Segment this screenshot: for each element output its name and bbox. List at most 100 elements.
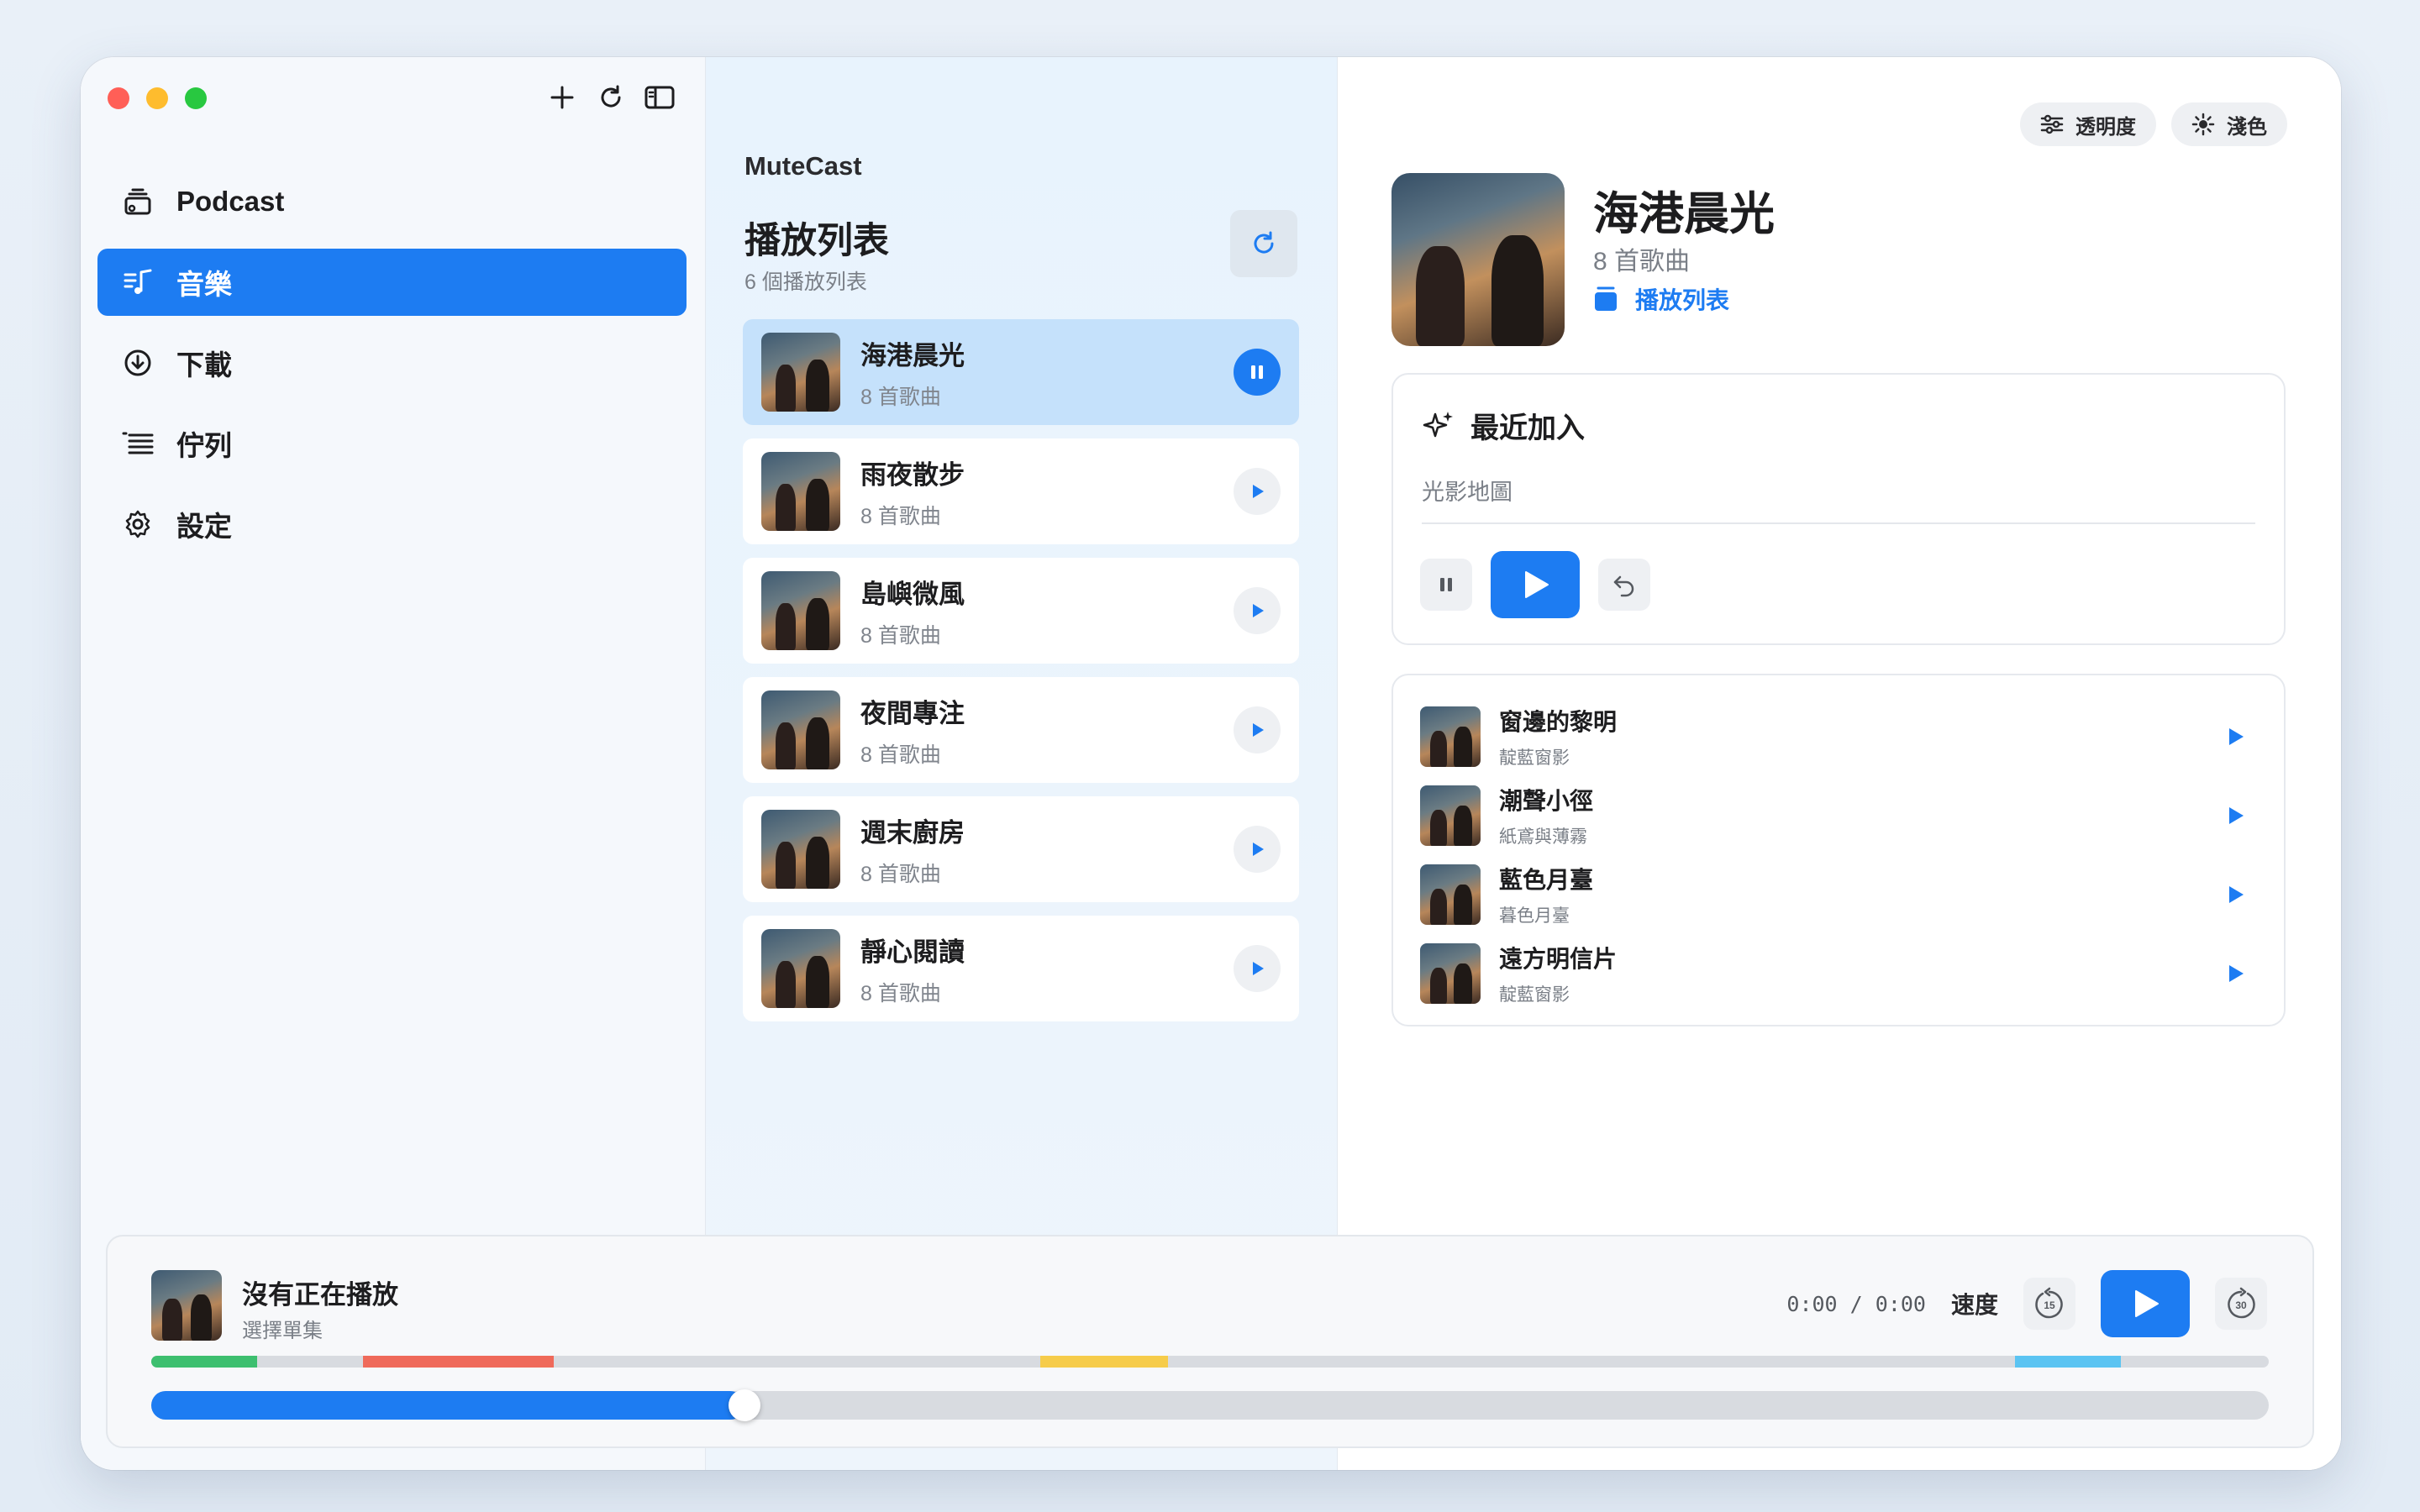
- speed-button[interactable]: 速度: [1951, 1287, 1998, 1320]
- track-artwork: [1420, 785, 1481, 846]
- music-list-icon: [121, 265, 155, 299]
- sidebar-item-music[interactable]: 音樂: [97, 249, 687, 316]
- opacity-button[interactable]: 透明度: [2020, 102, 2156, 146]
- sliders-icon: [2040, 114, 2064, 134]
- add-button[interactable]: [547, 81, 577, 114]
- track-name: 藍色月臺: [1499, 867, 1594, 893]
- track-name: 潮聲小徑: [1499, 788, 1594, 814]
- sidebar-item-downloads[interactable]: 下載: [97, 329, 687, 396]
- refresh-button[interactable]: [596, 81, 626, 114]
- podcast-stack-icon: [121, 185, 155, 218]
- app-window: Podcast 音樂 下載 佇列 設定 MuteCast 播放列表 6 個播放列…: [81, 57, 2341, 1470]
- playlist-panel-title: 播放列表: [744, 221, 889, 261]
- stack-icon: [1595, 286, 1617, 311]
- playlist-item[interactable]: 週末廚房 8 首歌曲: [743, 796, 1299, 902]
- play-icon[interactable]: [2227, 727, 2245, 747]
- play-icon: [1253, 604, 1264, 617]
- track-artist: 暮色月臺: [1499, 906, 1570, 926]
- progress-knob[interactable]: [728, 1389, 760, 1421]
- playlist-name: 靜心閱讀: [860, 937, 965, 967]
- chapter-segment[interactable]: [1040, 1356, 1168, 1368]
- playlist-song-count: 8 首歌曲: [860, 623, 941, 648]
- playlist-type-link[interactable]: 播放列表: [1593, 282, 1729, 316]
- play-icon[interactable]: [2227, 806, 2245, 826]
- sidebar-item-label: 佇列: [176, 430, 232, 461]
- track-artwork: [1420, 943, 1481, 1004]
- play-icon[interactable]: [2227, 963, 2245, 984]
- skip-forward-seconds: 30: [2235, 1299, 2247, 1311]
- play-button[interactable]: [2101, 1270, 2190, 1337]
- pause-button[interactable]: [1234, 349, 1281, 396]
- playlist-cover-art: [1392, 173, 1565, 346]
- chapter-segment[interactable]: [151, 1356, 257, 1368]
- play-icon: [2135, 1290, 2159, 1317]
- sidebar-item-settings[interactable]: 設定: [97, 491, 687, 558]
- close-window-button[interactable]: [108, 87, 129, 109]
- playlist-song-count: 8 首歌曲: [860, 862, 941, 886]
- play-icon: [1253, 485, 1264, 498]
- play-button[interactable]: [1234, 468, 1281, 515]
- zoom-window-button[interactable]: [185, 87, 207, 109]
- skip-forward-button[interactable]: 30: [2215, 1278, 2267, 1330]
- play-button[interactable]: [1234, 826, 1281, 873]
- refresh-icon: [601, 85, 621, 108]
- playlist-item[interactable]: 島嶼微風 8 首歌曲: [743, 558, 1299, 664]
- playlist-artwork: [761, 571, 840, 650]
- sparkles-icon: [1423, 411, 1453, 437]
- sidebar-item-label: Podcast: [176, 186, 285, 217]
- undo-icon: [1613, 575, 1634, 597]
- playlist-item[interactable]: 靜心閱讀 8 首歌曲: [743, 916, 1299, 1021]
- play-button[interactable]: [1234, 706, 1281, 753]
- play-button[interactable]: [1491, 551, 1580, 618]
- track-row[interactable]: 藍色月臺 暮色月臺: [1420, 855, 2257, 934]
- progress-slider[interactable]: [151, 1389, 2269, 1421]
- playlist-item[interactable]: 夜間專注 8 首歌曲: [743, 677, 1299, 783]
- sidebar-item-podcast[interactable]: Podcast: [97, 168, 687, 235]
- now-playing-artwork: [151, 1270, 222, 1341]
- playlist-artwork: [761, 452, 840, 531]
- sidebar-nav: Podcast 音樂 下載 佇列 設定: [97, 168, 687, 571]
- recently-added-header: 最近加入: [1422, 405, 1585, 446]
- sidebar-toolbar: [547, 81, 675, 114]
- chapter-markers[interactable]: [151, 1356, 2269, 1368]
- track-name: 窗邊的黎明: [1499, 709, 1618, 735]
- play-icon: [1253, 962, 1264, 975]
- undo-button[interactable]: [1598, 559, 1650, 611]
- play-icon: [1253, 723, 1264, 737]
- track-row[interactable]: 潮聲小徑 紙鳶與薄霧: [1420, 776, 2257, 855]
- playlist-item[interactable]: 海港晨光 8 首歌曲: [743, 319, 1299, 425]
- playlist-item[interactable]: 雨夜散步 8 首歌曲: [743, 438, 1299, 544]
- sun-icon: [2191, 113, 2215, 136]
- play-button[interactable]: [1234, 587, 1281, 634]
- track-row[interactable]: 遠方明信片 靛藍窗影: [1420, 934, 2257, 1013]
- track-row[interactable]: 窗邊的黎明 靛藍窗影: [1420, 697, 2257, 776]
- playlist-name: 夜間專注: [860, 698, 965, 728]
- toggle-sidebar-button[interactable]: [644, 81, 675, 114]
- recently-added-item: 光影地圖: [1422, 480, 1512, 505]
- minimize-window-button[interactable]: [146, 87, 168, 109]
- track-artist: 靛藍窗影: [1499, 985, 1570, 1005]
- skip-back-button[interactable]: 15: [2023, 1278, 2075, 1330]
- playlist-song-count: 8 首歌曲: [860, 981, 941, 1005]
- window-controls: [108, 87, 207, 109]
- playlist-list: 海港晨光 8 首歌曲 雨夜散步 8 首歌曲 島嶼微風 8 首歌曲 夜間專注 8 …: [743, 319, 1299, 1035]
- theme-button[interactable]: 淺色: [2171, 102, 2287, 146]
- pause-button[interactable]: [1420, 559, 1472, 611]
- playlist-count: 6 個播放列表: [744, 270, 867, 294]
- appearance-controls: 透明度 淺色: [2020, 102, 2287, 146]
- opacity-label: 透明度: [2075, 115, 2136, 139]
- play-button[interactable]: [1234, 945, 1281, 992]
- play-icon[interactable]: [2227, 885, 2245, 905]
- refresh-playlists-button[interactable]: [1230, 210, 1297, 277]
- sidebar-item-queue[interactable]: 佇列: [97, 410, 687, 477]
- sidebar-item-label: 下載: [176, 349, 232, 381]
- gear-icon: [121, 507, 155, 541]
- chapter-segment[interactable]: [363, 1356, 554, 1368]
- chapter-segment[interactable]: [2014, 1356, 2121, 1368]
- theme-label: 淺色: [2227, 115, 2267, 139]
- playlist-song-count: 8 首歌曲: [860, 504, 941, 528]
- skip-back-seconds: 15: [2044, 1299, 2055, 1311]
- track-list: 窗邊的黎明 靛藍窗影 潮聲小徑 紙鳶與薄霧 藍色月臺 暮色月臺 遠方明信片 靛藍…: [1392, 674, 2286, 1026]
- playlist-song-count: 8 首歌曲: [860, 385, 941, 409]
- play-icon: [1525, 571, 1549, 598]
